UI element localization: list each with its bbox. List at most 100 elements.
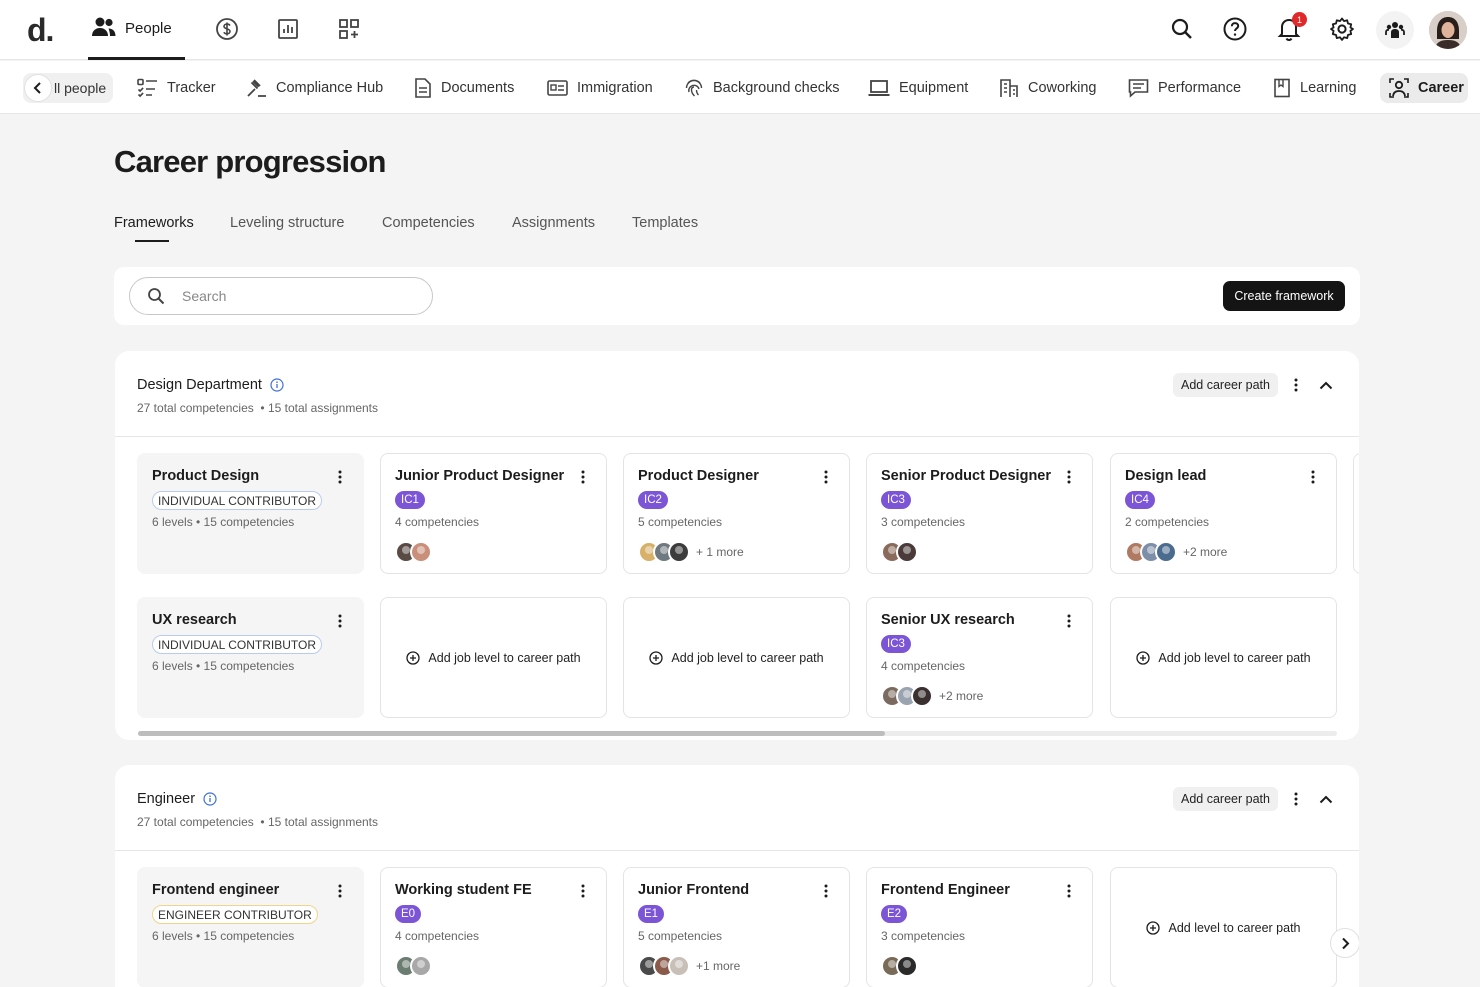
more-options-icon[interactable] <box>578 467 588 487</box>
career-path-card[interactable]: Frontend engineer ENGINEER CONTRIBUTOR 6… <box>137 867 364 987</box>
back-button[interactable] <box>24 74 52 102</box>
search-box[interactable] <box>129 277 433 315</box>
subnav-immigration[interactable]: Immigration <box>547 73 653 103</box>
department-meta: 27 total competencies • 15 total assignm… <box>137 401 379 415</box>
job-level-card[interactable]: Junior Product Designer IC1 4 competenci… <box>380 453 607 574</box>
add-level-button[interactable]: Add level to career path <box>1111 868 1336 987</box>
job-level-card[interactable]: Junior Frontend E1 5 competencies +1 mor… <box>623 867 850 987</box>
more-assignees: +1 more <box>696 959 741 973</box>
chevron-left-icon <box>33 82 41 94</box>
help-icon[interactable] <box>1222 16 1248 42</box>
card-title: Junior Frontend <box>638 882 750 898</box>
card-title: UX research <box>152 612 237 628</box>
subnav-tracker[interactable]: Tracker <box>137 73 216 103</box>
add-career-path-button[interactable]: Add career path <box>1173 373 1278 397</box>
job-level-card[interactable]: Design lead IC4 2 competencies +2 more <box>1110 453 1337 574</box>
subnav-compliance-hub[interactable]: Compliance Hub <box>246 73 383 103</box>
subnav-career[interactable]: Career <box>1380 73 1468 103</box>
all-people-nav[interactable]: ll people <box>23 73 113 103</box>
create-framework-button[interactable]: Create framework <box>1223 281 1345 311</box>
job-level-card[interactable]: Product Designer IC2 5 competencies + 1 … <box>623 453 850 574</box>
job-level-card[interactable]: Senior Product Designer IC3 3 competenci… <box>866 453 1093 574</box>
more-options-icon[interactable] <box>1064 467 1074 487</box>
assignee-avatars[interactable] <box>881 955 918 977</box>
tab-templates[interactable]: Templates <box>632 215 698 231</box>
add-career-path-button[interactable]: Add career path <box>1173 787 1278 811</box>
collapse-chevron-icon[interactable] <box>1316 375 1336 395</box>
apps-icon[interactable] <box>336 16 362 42</box>
more-options-icon[interactable] <box>1308 467 1318 487</box>
career-path-card[interactable]: UX research INDIVIDUAL CONTRIBUTOR 6 lev… <box>137 597 364 718</box>
assignee-avatars[interactable] <box>395 955 432 977</box>
app-logo[interactable]: d. <box>27 12 54 49</box>
department-header: Design Department 27 total competencies … <box>115 351 1359 437</box>
assignee-avatars[interactable]: +2 more <box>881 685 983 707</box>
plus-circle-icon <box>649 650 664 665</box>
team-icon[interactable] <box>1376 11 1414 49</box>
user-avatar[interactable] <box>1429 11 1467 49</box>
subnav-label: Compliance Hub <box>276 80 384 96</box>
more-options-icon[interactable] <box>821 467 831 487</box>
job-level-card[interactable]: Frontend Engineer E2 3 competencies <box>866 867 1093 987</box>
tab-competencies[interactable]: Competencies <box>382 215 475 231</box>
job-level-card[interactable]: Senior UX research IC3 4 competencies +2… <box>866 597 1093 718</box>
add-job-level-button[interactable]: Add job level to career path <box>1111 598 1336 717</box>
assignee-avatars[interactable] <box>395 541 432 563</box>
career-path-card[interactable]: Product Design INDIVIDUAL CONTRIBUTOR 6 … <box>137 453 364 574</box>
gavel-icon <box>247 79 266 97</box>
nav-people[interactable]: People <box>88 0 185 60</box>
tab-assignments[interactable]: Assignments <box>512 215 595 231</box>
add-job-level-card[interactable]: Add job level to career path <box>623 597 850 718</box>
collapse-chevron-icon[interactable] <box>1316 789 1336 809</box>
subnav-coworking[interactable]: Coworking <box>999 73 1097 103</box>
add-job-level-button[interactable]: Add job level to career path <box>381 598 606 717</box>
search-input[interactable] <box>182 288 402 304</box>
chevron-right-icon <box>1341 937 1349 949</box>
assignee-avatars[interactable]: +1 more <box>638 955 740 977</box>
more-options-icon[interactable] <box>1288 375 1304 395</box>
more-options-icon[interactable] <box>821 881 831 901</box>
more-options-icon[interactable] <box>1064 611 1074 631</box>
card-meta: 5 competencies <box>638 515 723 529</box>
job-level-card[interactable] <box>1353 453 1359 574</box>
notifications-icon[interactable]: 1 <box>1276 12 1307 42</box>
tracker-icon <box>137 78 157 98</box>
subnav-background-checks[interactable]: Background checks <box>684 73 840 103</box>
add-job-level-card[interactable]: Add job level to career path <box>1110 597 1337 718</box>
book-icon <box>1274 78 1290 98</box>
dollar-icon[interactable] <box>214 16 240 42</box>
settings-icon[interactable] <box>1329 16 1355 42</box>
more-options-icon[interactable] <box>335 881 345 901</box>
subnav-documents[interactable]: Documents <box>414 73 514 103</box>
horizontal-scrollbar[interactable] <box>138 731 1337 736</box>
tab-frameworks[interactable]: Frameworks <box>114 215 194 231</box>
more-options-icon[interactable] <box>335 467 345 487</box>
subnav-performance[interactable]: Performance <box>1128 73 1241 103</box>
add-job-level-card[interactable]: Add level to career path <box>1110 867 1337 987</box>
more-options-icon[interactable] <box>1288 789 1304 809</box>
assignee-avatars[interactable] <box>881 541 918 563</box>
info-icon[interactable] <box>203 792 217 806</box>
subnav-equipment[interactable]: Equipment <box>868 73 968 103</box>
job-level-card[interactable]: Working student FE E0 4 competencies <box>380 867 607 987</box>
scroll-right-button[interactable] <box>1330 928 1359 958</box>
card-meta: 3 competencies <box>881 515 966 529</box>
assignee-avatar <box>1155 541 1177 563</box>
subnav-learning[interactable]: Learning <box>1273 73 1356 103</box>
search-icon[interactable] <box>1169 16 1195 42</box>
assignee-avatars[interactable]: + 1 more <box>638 541 744 563</box>
info-icon[interactable] <box>270 378 284 392</box>
tab-leveling-structure[interactable]: Leveling structure <box>230 215 344 231</box>
add-job-level-card[interactable]: Add job level to career path <box>380 597 607 718</box>
more-options-icon[interactable] <box>1064 881 1074 901</box>
more-options-icon[interactable] <box>335 611 345 631</box>
building-icon <box>1000 79 1018 97</box>
career-icon <box>1389 78 1409 98</box>
reports-icon[interactable] <box>275 16 301 42</box>
assignee-avatar <box>410 955 432 977</box>
more-options-icon[interactable] <box>578 881 588 901</box>
assignee-avatar <box>410 541 432 563</box>
assignee-avatars[interactable]: +2 more <box>1125 541 1227 563</box>
add-job-level-button[interactable]: Add job level to career path <box>624 598 849 717</box>
scrollbar-thumb[interactable] <box>138 731 885 736</box>
